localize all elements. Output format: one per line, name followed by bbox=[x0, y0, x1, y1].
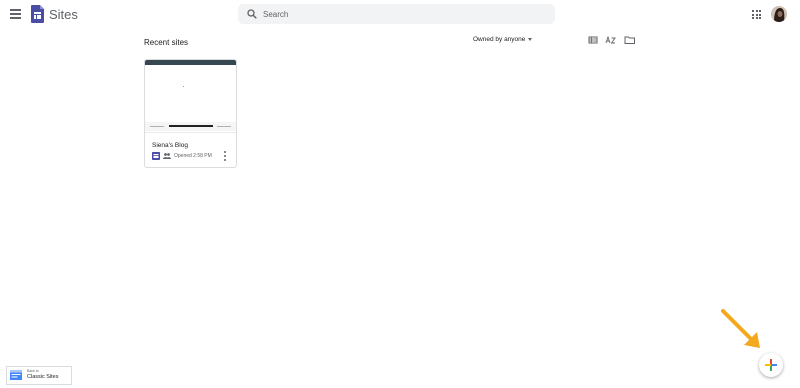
more-options-icon[interactable] bbox=[222, 151, 228, 161]
classic-sites-label: Classic Sites bbox=[27, 374, 59, 380]
section-title: Recent sites bbox=[144, 38, 189, 47]
avatar[interactable] bbox=[771, 6, 787, 22]
classic-sites-small-label: Back to bbox=[27, 369, 39, 373]
dropdown-caret-icon bbox=[528, 37, 533, 41]
back-to-classic-sites-button[interactable]: Back to Classic Sites bbox=[6, 366, 72, 385]
search-icon[interactable] bbox=[247, 9, 257, 19]
top-app-bar: Sites bbox=[0, 0, 800, 30]
search-input[interactable] bbox=[263, 4, 543, 24]
app-title: Sites bbox=[49, 7, 78, 22]
sites-logo-icon[interactable] bbox=[31, 5, 44, 23]
opened-time: Opened 2:58 PM bbox=[174, 153, 212, 159]
folder-icon[interactable] bbox=[624, 35, 636, 45]
shared-people-icon bbox=[163, 153, 171, 159]
site-thumbnail bbox=[145, 60, 236, 133]
site-card[interactable]: Siena's Blog Opened 2:58 PM bbox=[144, 59, 237, 168]
plus-icon bbox=[765, 359, 777, 371]
sort-az-icon[interactable] bbox=[605, 35, 617, 45]
search-bar[interactable] bbox=[238, 4, 555, 24]
apps-grid-icon[interactable] bbox=[752, 10, 761, 19]
classic-sites-icon bbox=[10, 370, 22, 380]
hamburger-menu-icon[interactable] bbox=[10, 9, 21, 19]
create-site-button[interactable] bbox=[759, 353, 783, 377]
owner-filter-label: Owned by anyone bbox=[473, 36, 526, 43]
site-meta: Opened 2:58 PM bbox=[152, 152, 232, 161]
owner-filter-dropdown[interactable]: Owned by anyone bbox=[473, 36, 533, 43]
annotation-arrow-icon bbox=[721, 309, 760, 348]
list-view-icon[interactable] bbox=[588, 35, 600, 45]
sites-file-icon bbox=[152, 152, 160, 160]
site-title: Siena's Blog bbox=[152, 142, 188, 149]
